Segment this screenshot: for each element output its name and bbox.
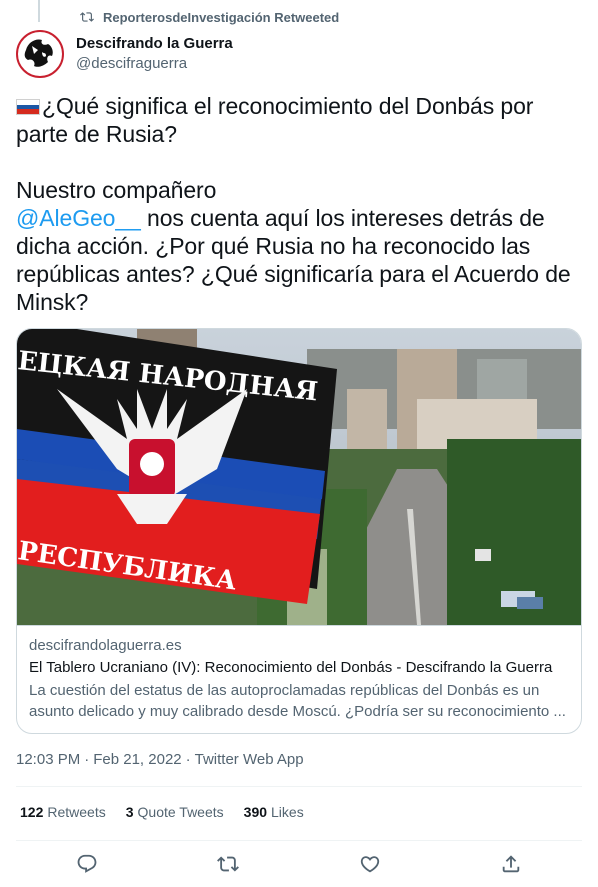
reply-button[interactable] (69, 846, 105, 882)
retweet-context[interactable]: ReporterosdeInvestigación Retweeted (80, 8, 339, 26)
tweet-stats: 122 Retweets 3 Quote Tweets 390 Likes (20, 804, 304, 820)
quotes-stat[interactable]: 3 Quote Tweets (126, 804, 224, 820)
quotes-count: 3 (125, 804, 134, 820)
reply-icon (77, 854, 97, 873)
likes-stat[interactable]: 390 Likes (244, 804, 304, 820)
avatar[interactable] (16, 30, 64, 78)
action-bar (16, 846, 582, 882)
thread-line (38, 0, 40, 22)
russia-flag-icon (16, 99, 40, 115)
like-icon (360, 856, 379, 873)
display-name[interactable]: Descifrando la Guerra (76, 34, 233, 54)
retweets-stat[interactable]: 122 Retweets (20, 804, 106, 820)
divider (16, 786, 582, 787)
retweet-icon (217, 856, 240, 872)
mention-link[interactable]: @AleGeo__ (16, 205, 141, 231)
retweeted-by-label: ReporterosdeInvestigación Retweeted (103, 9, 340, 25)
tweet-author[interactable]: Descifrando la Guerra @descifraguerra (16, 30, 233, 78)
tweet-date[interactable]: Feb 21, 2022 (93, 751, 181, 768)
share-button[interactable] (493, 846, 529, 882)
retweet-button[interactable] (210, 846, 246, 882)
card-image[interactable]: ЕЦКАЯ НАРОДНАЯ РЕСПУБЛИКА (17, 329, 582, 625)
quotes-label: Quote Tweets (137, 804, 224, 820)
meta-separator: · (84, 751, 90, 768)
globe-logo (20, 34, 60, 74)
card-title[interactable]: El Tablero Ucraniano (IV): Reconocimient… (29, 658, 569, 678)
like-button[interactable] (352, 846, 388, 882)
share-icon (503, 855, 520, 873)
card-description: La cuestión del estatus de las autoprocl… (29, 682, 566, 720)
retweets-count: 122 (20, 804, 44, 820)
tweet-source[interactable]: Twitter Web App (195, 751, 304, 768)
likes-label: Likes (271, 804, 304, 820)
tweet-line-2: Nuestro compañero (16, 177, 217, 203)
divider (16, 840, 582, 841)
likes-count: 390 (243, 804, 268, 820)
link-card[interactable]: ЕЦКАЯ НАРОДНАЯ РЕСПУБЛИКА descifrandolag… (16, 328, 582, 734)
tweet-text: ¿Qué significa el reconocimiento del Don… (16, 92, 582, 316)
card-domain: descifrandolaguerra.es (29, 637, 182, 654)
tweet-meta: 12:03 PM · Feb 21, 2022 · Twitter Web Ap… (16, 751, 304, 768)
retweets-label: Retweets (47, 804, 106, 820)
tweet-line-1: ¿Qué significa el reconocimiento del Don… (16, 93, 534, 147)
retweet-icon (80, 12, 94, 22)
handle[interactable]: @descifraguerra (76, 54, 233, 74)
meta-separator: · (185, 751, 191, 768)
tweet-time[interactable]: 12:03 PM (16, 751, 80, 768)
